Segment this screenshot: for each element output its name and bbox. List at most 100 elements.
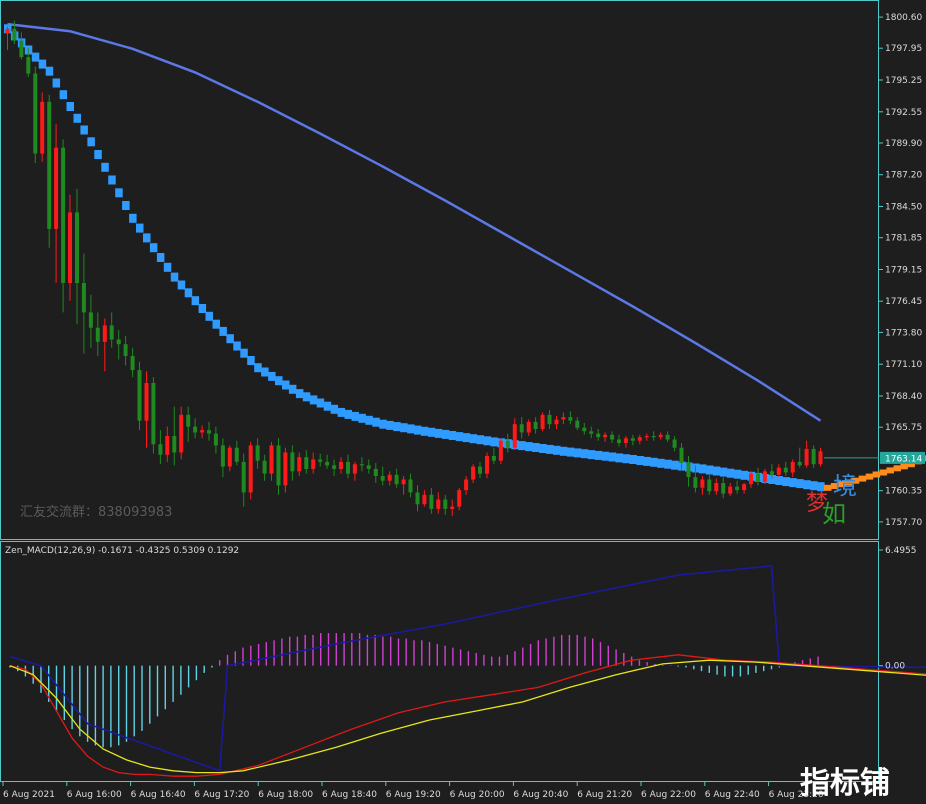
candle-body <box>610 434 615 440</box>
candle-body <box>297 457 302 472</box>
candle-body <box>686 463 691 478</box>
trend-band-down-segment <box>636 456 644 465</box>
price-tick-label: 1781.85 <box>885 234 922 244</box>
candle-body <box>721 483 726 494</box>
candle-body <box>637 437 642 441</box>
trend-band-down-segment <box>532 443 540 452</box>
trend-band-down-segment <box>553 445 561 455</box>
candle-body <box>762 471 767 482</box>
trend-band-down-segment <box>73 113 81 123</box>
candle-body <box>401 479 406 485</box>
current-price-label: 1763.14 <box>885 454 922 464</box>
trend-band-down-segment <box>817 482 825 492</box>
candle-body <box>561 417 566 420</box>
candle-body <box>804 448 809 466</box>
candle-body <box>137 370 142 421</box>
trend-band-down-segment <box>643 456 651 466</box>
candle-body <box>429 494 434 509</box>
trend-band-down-segment <box>601 451 610 461</box>
candle-body <box>165 436 170 455</box>
trend-band-down-segment <box>261 367 269 377</box>
candle-body <box>276 445 281 486</box>
candle-body <box>617 439 621 443</box>
candle-body <box>179 414 184 453</box>
trend-band-down-segment <box>400 423 408 433</box>
candle-body <box>325 461 330 466</box>
time-tick-label: 6 Aug 19:20 <box>386 790 441 800</box>
trend-band-down-segment <box>803 480 811 490</box>
candle-body <box>707 479 712 492</box>
candle-body <box>735 486 740 491</box>
trend-band-down-segment <box>379 419 387 429</box>
candle-body <box>123 344 128 356</box>
candle-body <box>387 474 392 481</box>
trend-band-down-segment <box>87 137 95 147</box>
candle-body <box>505 440 510 448</box>
trend-band-down-segment <box>316 398 325 408</box>
trend-band-down-segment <box>441 429 450 439</box>
trend-band-down-segment <box>177 280 186 290</box>
trend-band-down-segment <box>247 356 255 365</box>
price-tick-label: 1792.55 <box>885 108 922 118</box>
trend-band-down-segment <box>323 401 332 411</box>
candle-body <box>512 424 517 448</box>
candle-body <box>318 459 323 462</box>
candle-body <box>47 101 52 229</box>
candle-body <box>679 447 684 463</box>
trend-band-down-segment <box>191 296 200 306</box>
candle-body <box>172 436 177 453</box>
candle-body <box>756 473 760 482</box>
trend-band-down-segment <box>240 348 248 358</box>
candle-body <box>728 486 733 494</box>
trend-band-down-segment <box>525 442 533 452</box>
candle-body <box>75 212 79 283</box>
trend-band-down-segment <box>455 432 464 442</box>
candle-body <box>40 101 45 154</box>
trend-band-down-segment <box>358 413 366 423</box>
candle-body <box>220 445 225 467</box>
trend-band-down-segment <box>573 448 582 458</box>
candle-body <box>623 438 628 443</box>
candle-body <box>359 464 364 466</box>
trend-band-up-segment <box>886 467 894 474</box>
candle-body <box>568 417 573 421</box>
trend-band-down-segment <box>66 102 74 111</box>
candle-body <box>19 40 24 58</box>
candle-body <box>749 473 753 485</box>
candle-body <box>526 421 531 433</box>
chart-canvas: 汇友交流群：838093983 1800.60 1797.95 1795.25 179… <box>0 0 926 804</box>
trend-band-down-segment <box>705 465 714 475</box>
candle-body <box>742 484 747 491</box>
candle-body <box>61 147 66 283</box>
trend-band-down-segment <box>594 450 603 460</box>
trend-band-down-segment <box>309 395 318 405</box>
candle-body <box>658 434 663 438</box>
time-tick-label: 6 Aug 16:00 <box>67 790 122 800</box>
trend-band-down-segment <box>372 417 380 427</box>
candle-body <box>818 451 823 465</box>
candle-body <box>33 73 38 154</box>
candle-body <box>151 383 156 445</box>
trend-band-down-segment <box>302 392 311 402</box>
trend-band-down-segment <box>52 78 61 88</box>
trend-band-down-segment <box>566 447 575 457</box>
candle-body <box>547 414 552 425</box>
trend-band-down-segment <box>337 407 346 417</box>
candle-body <box>693 477 698 488</box>
time-tick-label: 6 Aug 18:00 <box>258 790 313 800</box>
candle-body <box>186 414 191 427</box>
logo-char-ru: 如 <box>822 500 846 528</box>
price-tick-label: 1776.45 <box>885 297 922 307</box>
candle-body <box>769 471 774 475</box>
candle-body <box>464 479 469 491</box>
candle-body <box>213 433 218 446</box>
candle-body <box>811 448 816 465</box>
candle-body <box>109 325 114 340</box>
candle-body <box>88 312 93 328</box>
candle-body <box>491 456 496 461</box>
trend-band-down-segment <box>282 380 290 390</box>
price-tick-label: 1797.95 <box>885 44 922 54</box>
time-tick-label: 6 Aug 17:20 <box>194 790 249 800</box>
candle-body <box>554 419 559 425</box>
trend-band-down-segment <box>810 481 818 491</box>
